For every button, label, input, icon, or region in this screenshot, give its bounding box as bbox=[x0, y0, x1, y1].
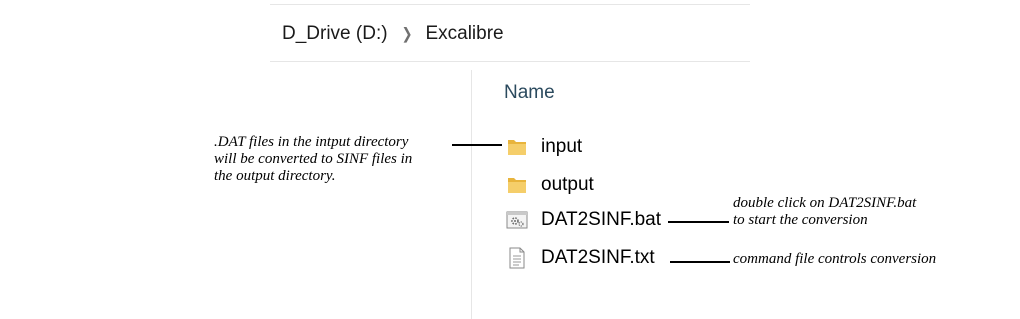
annotation-line: to start the conversion bbox=[733, 212, 868, 228]
list-item-dat2sinf-bat[interactable]: DAT2SINF.bat bbox=[505, 206, 661, 234]
folder-icon bbox=[505, 135, 529, 159]
folder-icon bbox=[505, 173, 529, 197]
breadcrumb-item-excalibre[interactable]: Excalibre bbox=[425, 23, 503, 45]
annotation-line: .DAT files in the intput directory bbox=[214, 134, 409, 150]
file-name: output bbox=[541, 174, 594, 195]
file-name: DAT2SINF.txt bbox=[541, 247, 655, 268]
chevron-right-icon[interactable]: ❯ bbox=[402, 24, 413, 43]
txt-annotation: command file controls conversion bbox=[733, 251, 936, 268]
file-name: input bbox=[541, 136, 583, 157]
top-divider bbox=[270, 4, 750, 5]
list-item-dat2sinf-txt[interactable]: DAT2SINF.txt bbox=[505, 244, 655, 272]
name-column-header[interactable]: Name bbox=[504, 82, 555, 104]
address-bar-divider bbox=[270, 61, 750, 62]
breadcrumb-item-d-drive[interactable]: D_Drive (D:) bbox=[282, 23, 388, 45]
file-name: DAT2SINF.bat bbox=[541, 209, 662, 230]
annotation-line: command file controls conversion bbox=[733, 251, 937, 267]
input-annotation-leader bbox=[452, 144, 502, 146]
annotation-line: the output directory. bbox=[214, 168, 336, 184]
navigation-pane-divider bbox=[471, 70, 472, 319]
text-file-icon bbox=[505, 246, 529, 270]
input-annotation: .DAT files in the intput directory will … bbox=[214, 134, 412, 185]
annotation-line: will be converted to SINF files in bbox=[214, 151, 413, 167]
annotation-line: double click on DAT2SINF.bat bbox=[733, 195, 917, 211]
txt-annotation-leader bbox=[670, 261, 730, 263]
bat-annotation-leader bbox=[668, 221, 729, 223]
breadcrumb: D_Drive (D:) ❯ Excalibre bbox=[282, 20, 504, 48]
list-item-input-folder[interactable]: input bbox=[505, 133, 582, 161]
list-item-output-folder[interactable]: output bbox=[505, 171, 594, 199]
batch-file-icon bbox=[505, 208, 529, 232]
bat-annotation: double click on DAT2SINF.bat to start th… bbox=[733, 195, 916, 229]
